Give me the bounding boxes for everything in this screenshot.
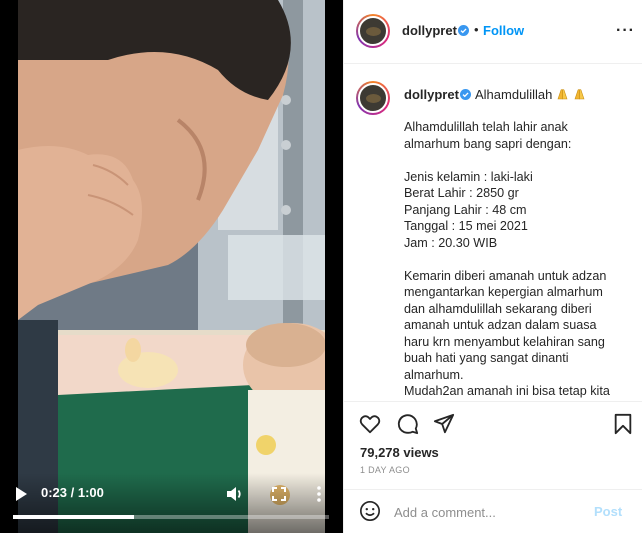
post-button[interactable]: Post (594, 504, 622, 519)
avatar[interactable] (356, 81, 390, 115)
paper-plane-icon[interactable] (433, 413, 455, 435)
caption-body: Alhamdulillah telah lahir anak almarhum … (404, 120, 610, 398)
post-panel: dollypret • Follow ··· dollypret Alhamdu… (343, 0, 642, 533)
comment-bubble-icon[interactable] (397, 413, 419, 435)
folded-hands-icon (574, 89, 584, 100)
caption-first-text: Alhamdulillah (475, 87, 553, 102)
folded-hands-icon (557, 89, 568, 100)
fullscreen-icon[interactable] (272, 487, 286, 501)
bookmark-icon[interactable] (612, 413, 634, 435)
avatar[interactable] (356, 14, 390, 48)
comment-bar: Post (344, 489, 642, 533)
video-progress-fill (13, 515, 135, 519)
caption-first-line: Alhamdulillah (475, 87, 586, 102)
dot-separator: • (474, 22, 479, 37)
video-frame[interactable] (18, 0, 325, 533)
verified-badge-icon (460, 89, 471, 100)
video-time: 0:23 / 1:00 (41, 485, 104, 500)
video-player[interactable]: 0:23 / 1:00 (0, 0, 343, 533)
video-controls (0, 473, 343, 533)
post-date[interactable]: 1 DAY AGO (360, 465, 410, 475)
post-actions: 79,278 views 1 DAY AGO (344, 401, 642, 485)
verified-badge-icon (458, 25, 469, 36)
caption-username[interactable]: dollypret (404, 87, 459, 102)
comment-input[interactable] (394, 502, 594, 522)
post-header: dollypret • Follow ··· (344, 0, 642, 64)
follow-button[interactable]: Follow (483, 23, 524, 38)
smiley-icon[interactable] (359, 500, 381, 522)
header-username[interactable]: dollypret (402, 23, 457, 38)
heart-icon[interactable] (359, 413, 381, 435)
play-icon[interactable] (14, 486, 28, 502)
caption-area[interactable]: dollypret Alhamdulillah Alhamdulillah te… (344, 65, 642, 400)
video-more-icon[interactable] (316, 485, 322, 503)
views-count[interactable]: 79,278 views (360, 445, 439, 460)
video-progress-bar[interactable] (13, 515, 329, 519)
more-options-icon[interactable]: ··· (616, 22, 635, 40)
video-still (18, 0, 325, 533)
volume-icon[interactable] (226, 486, 244, 502)
